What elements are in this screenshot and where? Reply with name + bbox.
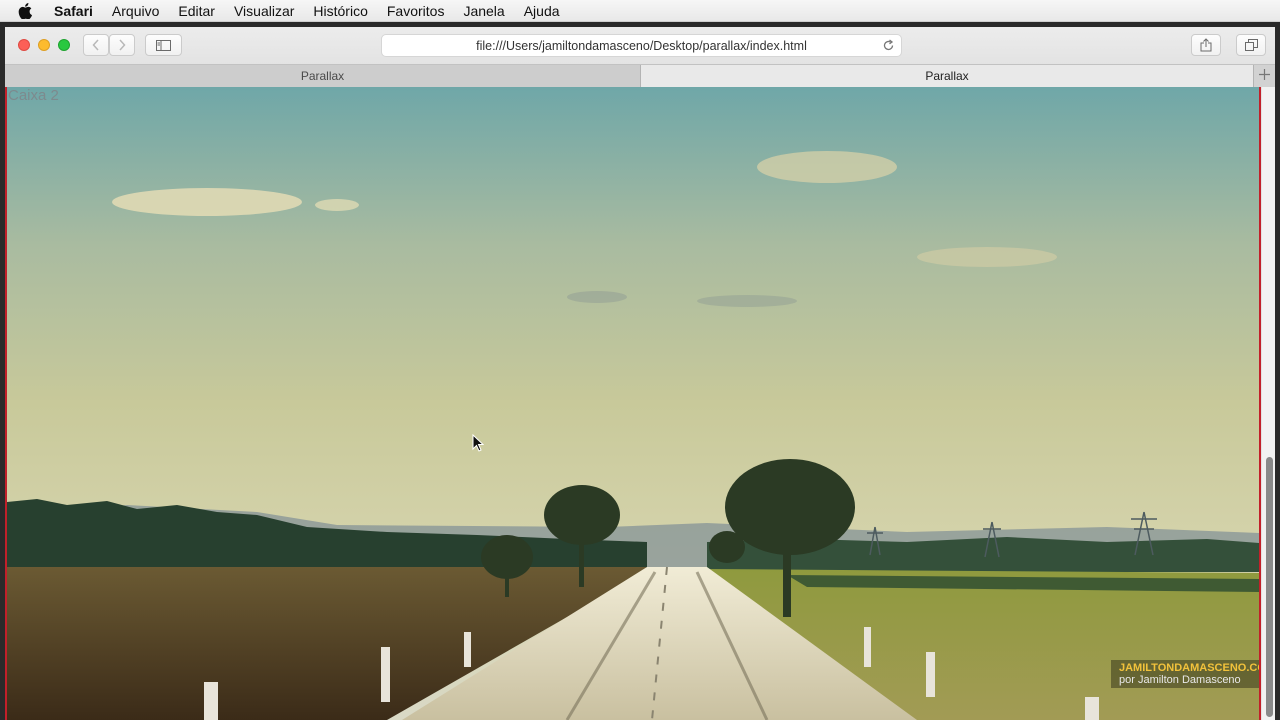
menu-arquivo[interactable]: Arquivo [112,3,159,19]
browser-toolbar: file:///Users/jamiltondamasceno/Desktop/… [5,27,1275,64]
menu-visualizar[interactable]: Visualizar [234,3,294,19]
url-text: file:///Users/jamiltondamasceno/Desktop/… [476,38,807,53]
menu-editar[interactable]: Editar [178,3,215,19]
scrollbar-thumb[interactable] [1266,457,1273,717]
tab-label: Parallax [300,69,345,83]
sidebar-toggle-button[interactable] [145,34,182,56]
tab-label: Parallax [925,69,969,83]
menu-bar: Safari Arquivo Editar Visualizar Históri… [0,0,1280,22]
tabs-overview-icon [1244,39,1258,51]
maximize-window-button[interactable] [58,39,70,51]
vertical-scrollbar[interactable] [1261,87,1275,720]
tab-parallax-1[interactable]: Parallax [5,65,641,87]
browser-window: file:///Users/jamiltondamasceno/Desktop/… [5,27,1275,720]
parallax-section: Caixa 2 JAMILTONDAMASCENO.COM por Jamilt… [5,87,1261,720]
menu-app-name[interactable]: Safari [54,3,93,19]
address-bar[interactable]: file:///Users/jamiltondamasceno/Desktop/… [381,34,902,57]
mouse-cursor-icon [472,434,484,452]
menu-janela[interactable]: Janela [463,3,504,19]
share-icon [1200,38,1212,52]
page-content: Caixa 2 JAMILTONDAMASCENO.COM por Jamilt… [5,87,1275,720]
new-tab-button[interactable] [1253,65,1275,87]
apple-logo-icon[interactable] [18,2,38,19]
forward-button[interactable] [109,34,135,56]
watermark: JAMILTONDAMASCENO.COM por Jamilton Damas… [1111,660,1261,688]
close-window-button[interactable] [18,39,30,51]
tabs-overview-button[interactable] [1236,34,1266,56]
back-button[interactable] [83,34,109,56]
menu-ajuda[interactable]: Ajuda [524,3,560,19]
chevron-left-icon [92,39,100,51]
tab-parallax-2[interactable]: Parallax [641,65,1253,87]
minimize-window-button[interactable] [38,39,50,51]
tab-bar: Parallax Parallax [5,64,1275,87]
watermark-site: JAMILTONDAMASCENO.COM [1119,662,1261,674]
menu-historico[interactable]: Histórico [313,3,367,19]
reload-icon[interactable] [882,39,895,55]
watermark-author: por Jamilton Damasceno [1119,674,1241,686]
landscape-image [7,87,1259,720]
plus-icon [1259,67,1270,85]
menu-favoritos[interactable]: Favoritos [387,3,445,19]
sidebar-icon [156,39,171,51]
chevron-right-icon [118,39,126,51]
section-label: Caixa 2 [8,87,59,104]
share-button[interactable] [1191,34,1221,56]
